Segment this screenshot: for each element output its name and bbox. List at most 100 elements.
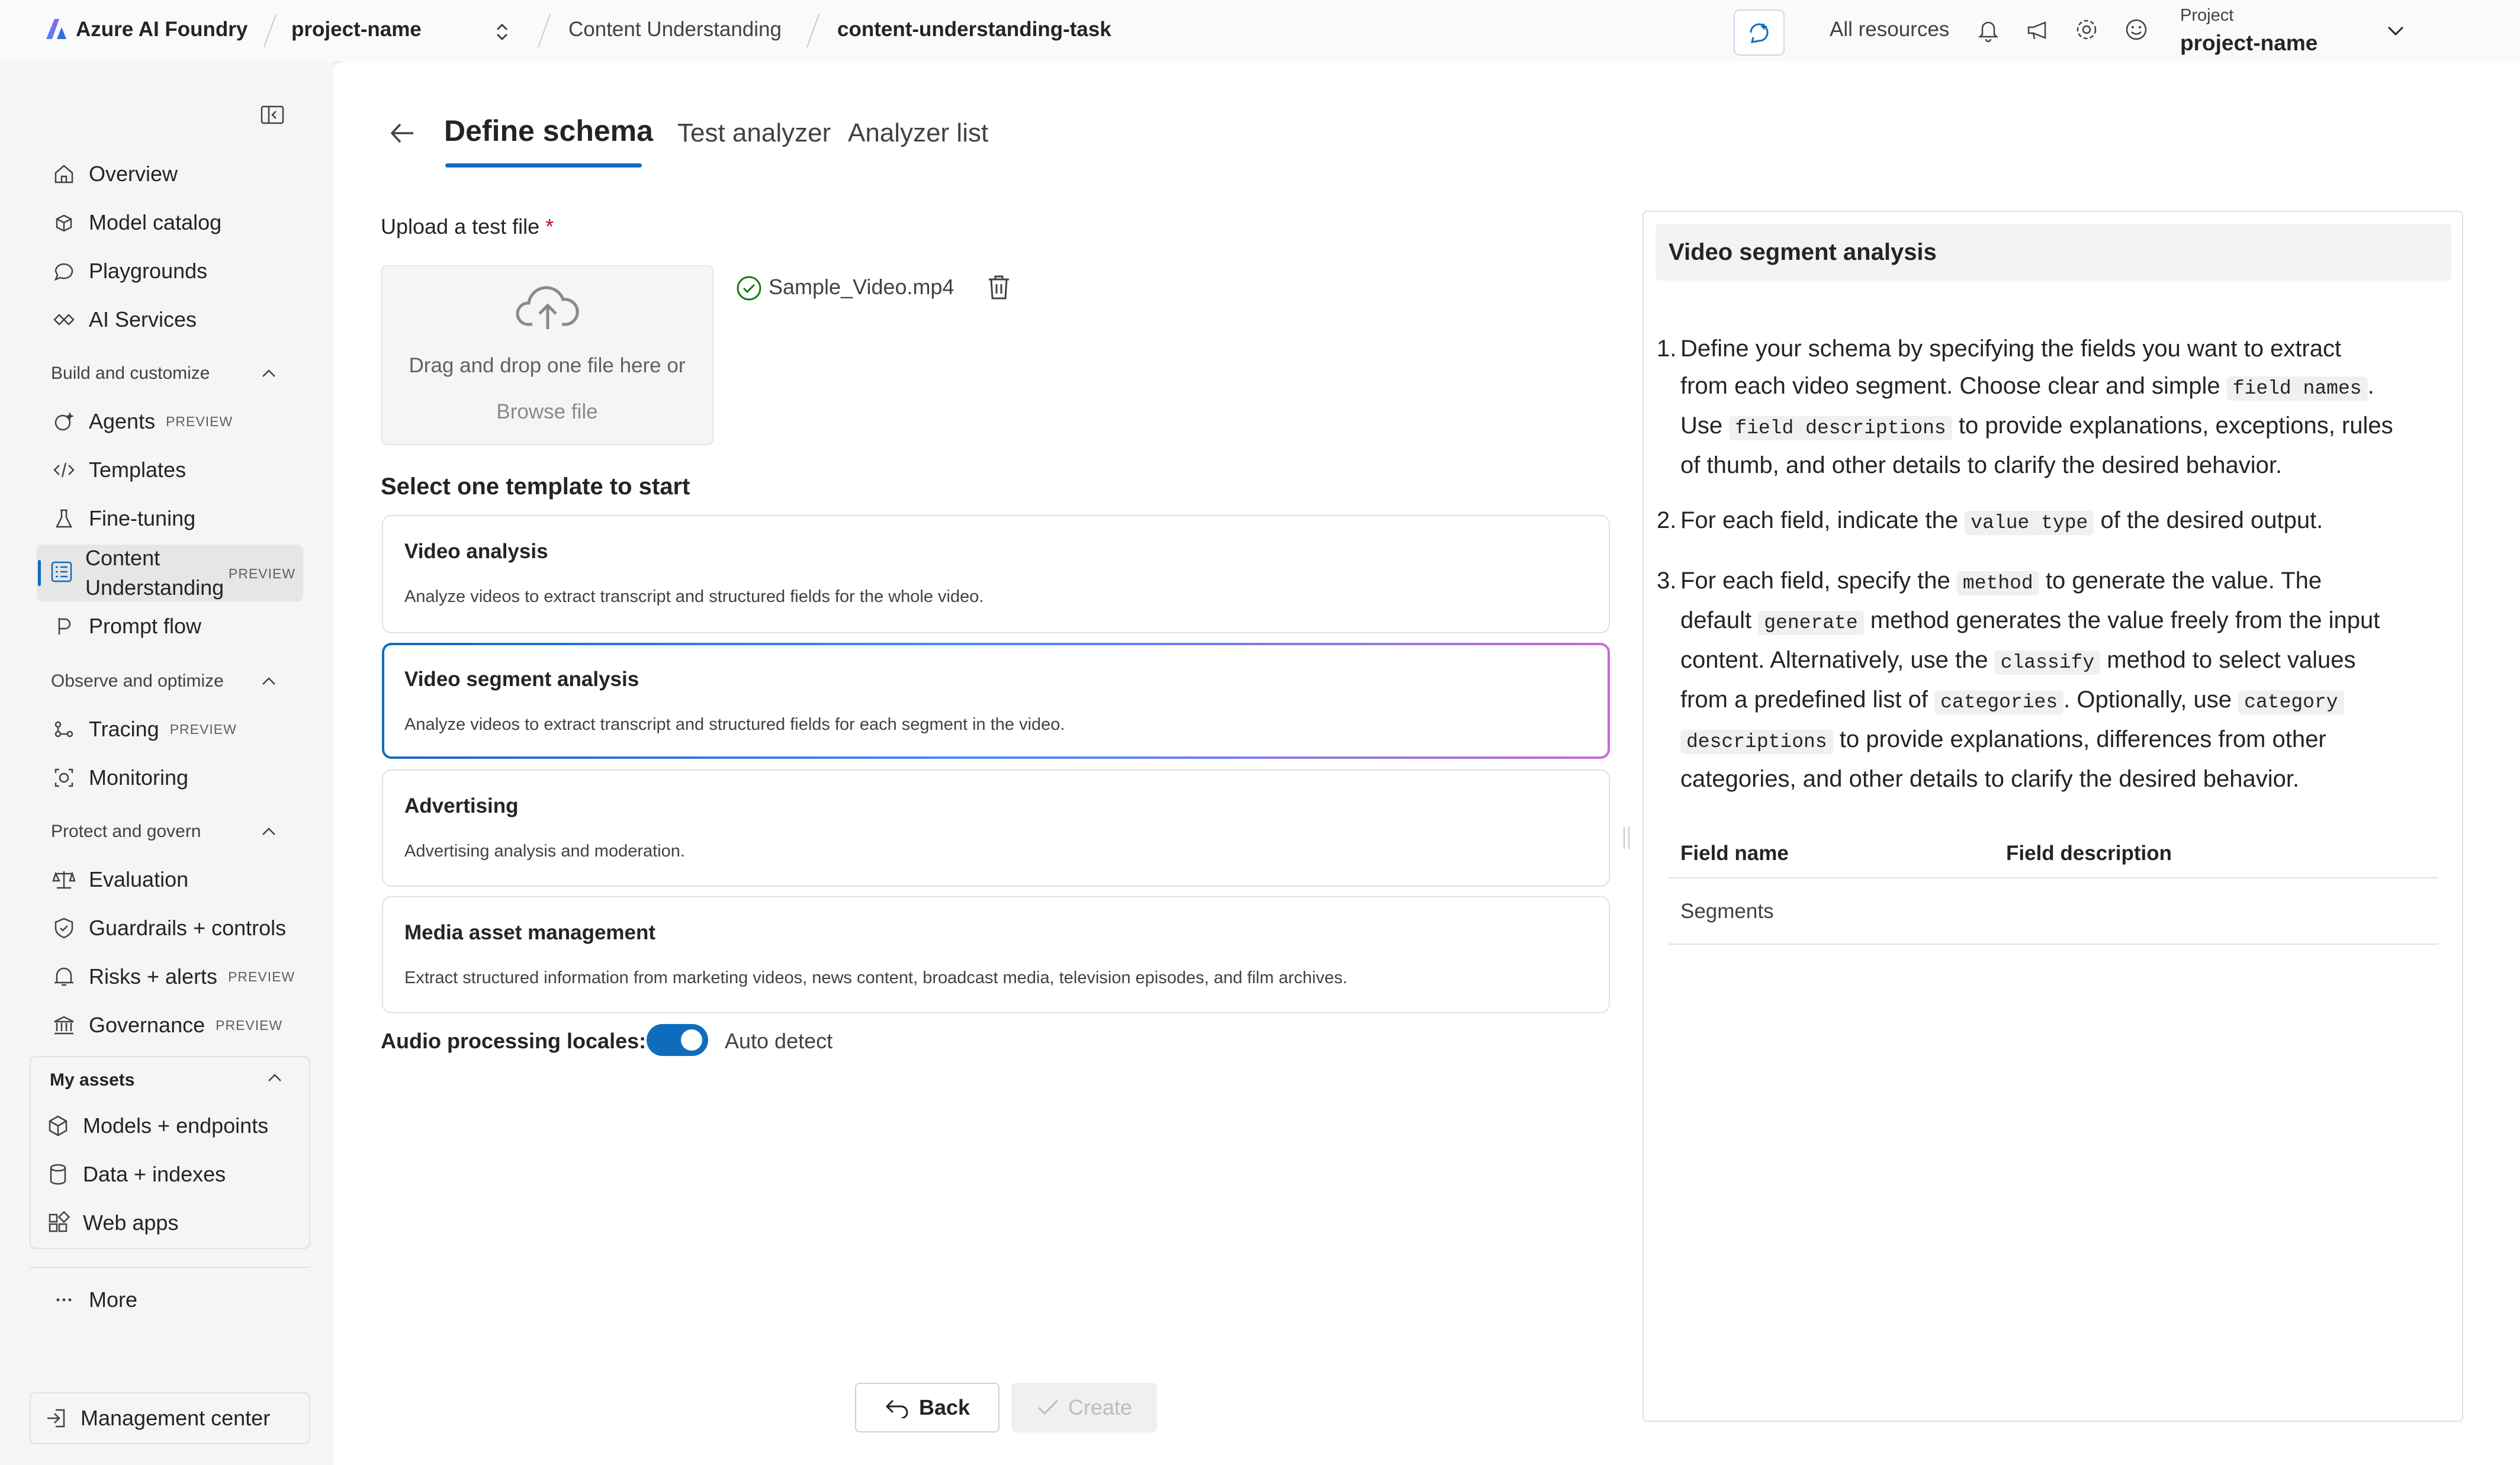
- breadcrumb-content-understanding[interactable]: Content Understanding: [568, 18, 782, 41]
- sidebar-item-overview[interactable]: Overview: [51, 161, 178, 187]
- panel-resize-handle[interactable]: [1624, 826, 1629, 849]
- cube-icon: [45, 1113, 71, 1139]
- sidebar-item-label: More: [89, 1287, 138, 1312]
- browse-file-link[interactable]: Browse file: [382, 400, 712, 424]
- sidebar-item-label: Model catalog: [89, 210, 222, 234]
- sidebar-item-label: Risks + alerts: [89, 964, 218, 989]
- sidebar-item-data-indexes[interactable]: Data + indexes: [45, 1161, 226, 1187]
- breadcrumb-current-task: content-understanding-task: [837, 18, 1111, 41]
- sidebar-item-label: Playgrounds: [89, 259, 208, 283]
- chevron-up-icon[interactable]: [257, 669, 281, 693]
- sidebar-item-prompt-flow[interactable]: Prompt flow: [51, 613, 201, 639]
- brand-link[interactable]: Azure AI Foundry: [76, 18, 247, 41]
- chevron-down-icon[interactable]: [2383, 18, 2409, 44]
- create-button[interactable]: Create: [1011, 1383, 1157, 1432]
- preview-badge: PREVIEW: [166, 413, 233, 429]
- sidebar-item-model-catalog[interactable]: Model catalog: [51, 210, 221, 236]
- chevron-up-icon[interactable]: [257, 361, 281, 385]
- project-selector[interactable]: project-name: [291, 18, 422, 41]
- management-center-link[interactable]: Management center: [43, 1405, 270, 1431]
- sidebar-item-guardrails[interactable]: Guardrails + controls: [51, 915, 286, 941]
- tab-define-schema[interactable]: Define schema: [444, 114, 653, 148]
- step-text: For each field, indicate the: [1680, 507, 1959, 533]
- all-resources-link[interactable]: All resources: [1830, 18, 1949, 41]
- tab-test-analyzer[interactable]: Test analyzer: [677, 118, 831, 148]
- template-card-video-segment-analysis[interactable]: Video segment analysis Analyze videos to…: [382, 643, 1610, 759]
- sidebar-item-governance[interactable]: Governance PREVIEW: [51, 1012, 282, 1038]
- sidebar-item-fine-tuning[interactable]: Fine-tuning: [51, 505, 195, 532]
- bell-icon[interactable]: [1975, 17, 2001, 43]
- sidebar-item-label: Understanding: [85, 575, 224, 600]
- chat-spark-icon: [1750, 23, 1769, 43]
- back-button[interactable]: Back: [855, 1383, 999, 1432]
- step-3-line: For each field, specify the method to ge…: [1680, 562, 2444, 602]
- step-number: 3.: [1657, 568, 1677, 594]
- template-card-video-analysis[interactable]: Video analysis Analyze videos to extract…: [382, 515, 1610, 633]
- step-number: 1.: [1657, 336, 1677, 362]
- preview-badge: PREVIEW: [229, 566, 296, 581]
- bank-icon: [51, 1012, 77, 1038]
- step-text: to provide explanations, exceptions, rul…: [1958, 413, 2393, 439]
- step-text: of the desired output.: [2100, 507, 2323, 533]
- sidebar-item-templates[interactable]: Templates: [51, 457, 186, 483]
- step-text: categories, and other details to clarify…: [1680, 766, 2300, 792]
- chevron-up-icon[interactable]: [263, 1065, 287, 1089]
- copilot-button[interactable]: [1734, 9, 1785, 56]
- sidebar-item-agents[interactable]: Agents PREVIEW: [51, 408, 233, 434]
- sidebar-item-web-apps[interactable]: Web apps: [45, 1210, 178, 1236]
- database-icon: [45, 1161, 71, 1187]
- gear-icon[interactable]: [2074, 17, 2100, 43]
- project-label: Project: [2180, 6, 2234, 25]
- tab-analyzer-list[interactable]: Analyzer list: [848, 118, 988, 148]
- column-header-field-description: Field description: [2006, 842, 2172, 865]
- panel-title: Video segment analysis: [1669, 239, 1937, 265]
- step-2-line: For each field, indicate the value type …: [1680, 502, 2444, 542]
- sidebar-item-risks-alerts[interactable]: Risks + alerts PREVIEW: [51, 964, 295, 990]
- delete-trash-icon[interactable]: [985, 273, 1012, 302]
- sidebar-item-label: Tracing: [89, 717, 159, 741]
- sidebar-item-playgrounds[interactable]: Playgrounds: [51, 258, 207, 284]
- sidebar-item-models-endpoints[interactable]: Models + endpoints: [45, 1113, 268, 1139]
- step-text: content. Alternatively, use the: [1680, 647, 1988, 673]
- flow-icon: [51, 613, 77, 639]
- audio-locales-label: Audio processing locales:: [381, 1029, 647, 1053]
- step-1-line: Define your schema by specifying the fie…: [1680, 330, 2444, 368]
- auto-detect-toggle[interactable]: [647, 1024, 708, 1056]
- content-understanding-icon: [49, 559, 75, 585]
- field-name-cell: Segments: [1680, 900, 1774, 923]
- back-arrow-icon[interactable]: [387, 120, 417, 147]
- table-row[interactable]: Segments: [1669, 878, 2438, 945]
- project-switcher[interactable]: project-name: [2180, 31, 2318, 56]
- chat-bubble-icon: [51, 258, 77, 284]
- template-description: Advertising analysis and moderation.: [404, 842, 685, 861]
- smiley-feedback-icon[interactable]: [2123, 17, 2149, 43]
- collapse-sidebar-icon[interactable]: [258, 101, 287, 129]
- sidebar-item-monitoring[interactable]: Monitoring: [51, 765, 188, 791]
- step-text: default: [1680, 607, 1752, 633]
- file-drop-zone[interactable]: Drag and drop one file here or Browse fi…: [381, 265, 713, 445]
- sidebar-more[interactable]: More: [51, 1287, 137, 1313]
- template-card-media-asset-management[interactable]: Media asset management Extract structure…: [382, 896, 1610, 1013]
- active-tab-indicator: [445, 163, 642, 168]
- step-text: of thumb, and other details to clarify t…: [1680, 452, 2283, 478]
- sidebar-item-label: Evaluation: [89, 867, 189, 891]
- sidebar-item-evaluation[interactable]: Evaluation: [51, 867, 188, 893]
- template-description: Analyze videos to extract transcript and…: [404, 715, 1065, 734]
- step-1-line: of thumb, and other details to clarify t…: [1680, 447, 2444, 484]
- step-text: to provide explanations, differences fro…: [1839, 726, 2326, 752]
- column-header-field-name: Field name: [1680, 842, 1789, 865]
- breadcrumb-separator: [806, 14, 820, 47]
- step-text: method to select values: [2107, 647, 2356, 673]
- step-3-line: content. Alternatively, use the classify…: [1680, 642, 2444, 681]
- template-title: Advertising: [404, 794, 519, 817]
- step-1-line: Use field descriptions to provide explan…: [1680, 407, 2444, 447]
- step-3-line: categories, and other details to clarify…: [1680, 761, 2444, 798]
- megaphone-icon[interactable]: [2025, 17, 2051, 43]
- chevron-up-icon[interactable]: [257, 819, 281, 843]
- template-card-advertising[interactable]: Advertising Advertising analysis and mod…: [382, 769, 1610, 887]
- preview-badge: PREVIEW: [169, 721, 237, 737]
- step-text: For each field, specify the: [1680, 568, 1950, 594]
- sidebar-item-ai-services[interactable]: AI Services: [51, 307, 197, 333]
- sidebar-item-tracing[interactable]: Tracing PREVIEW: [51, 716, 237, 742]
- chevron-up-down-icon[interactable]: [491, 20, 513, 44]
